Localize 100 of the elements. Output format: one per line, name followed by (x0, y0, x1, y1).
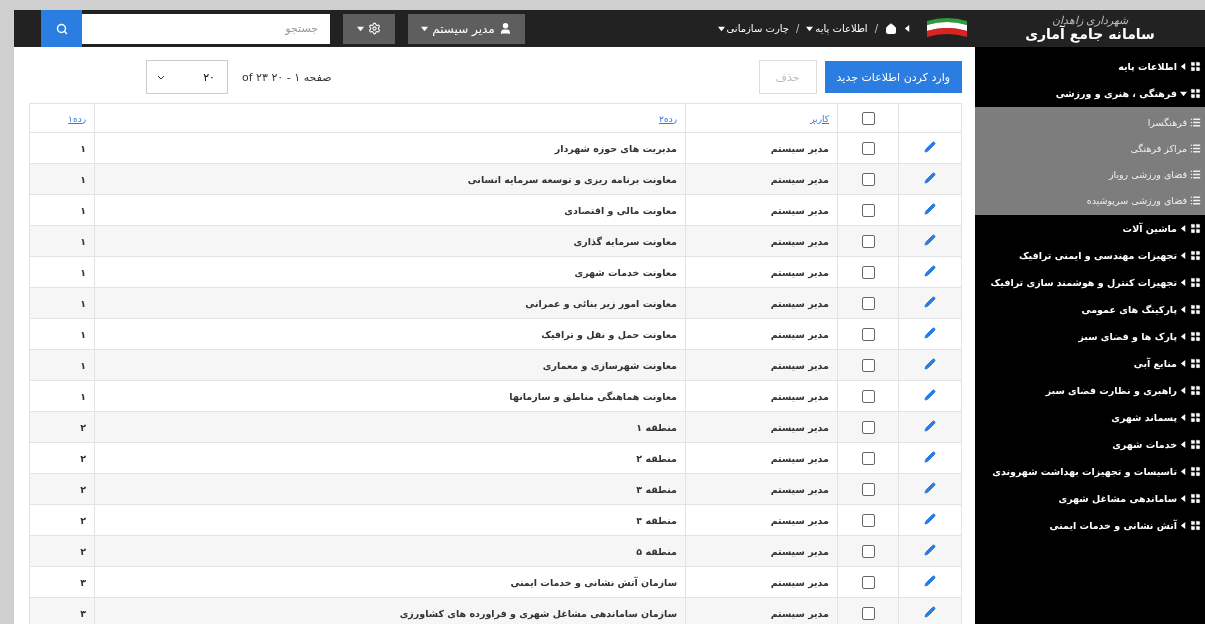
column-header-link[interactable]: کاربر (810, 113, 829, 124)
checkbox[interactable] (861, 327, 875, 341)
sidebar-item[interactable]: فرهنگی ، هنری و ورزشی (975, 80, 1205, 107)
home-icon[interactable] (885, 22, 897, 35)
breadcrumb-link[interactable]: اطلاعات پایه (806, 23, 868, 34)
list-icon (1190, 168, 1201, 180)
edit-icon[interactable] (924, 141, 936, 153)
edit-icon[interactable] (924, 451, 936, 463)
sidebar-item[interactable]: ساماندهی مشاغل شهری (975, 485, 1205, 512)
grid-icon (1190, 385, 1201, 396)
grid-icon (1190, 439, 1201, 450)
new-entry-button[interactable]: وارد کردن اطلاعات جدید (824, 61, 962, 93)
submenu-item[interactable]: فرهنگسرا (975, 109, 1205, 135)
edit-icon[interactable] (924, 606, 936, 618)
checkbox[interactable] (861, 203, 875, 217)
sidebar-item[interactable]: ماشین آلات (975, 215, 1205, 242)
table-cell: سازمان آتش نشانی و خدمات ایمنی (94, 566, 686, 598)
table-cell: منطقه ۵ (94, 535, 686, 567)
edit-icon[interactable] (924, 420, 936, 432)
edit-icon[interactable] (924, 358, 936, 370)
checkbox[interactable] (861, 172, 875, 186)
checkbox[interactable] (861, 606, 875, 620)
checkbox[interactable] (861, 296, 875, 310)
table-cell: معاونت هماهنگی مناطق و سازمانها (94, 380, 686, 412)
sidebar-item[interactable]: پارک ها و فضای سبز (975, 323, 1205, 350)
table-cell: مدیر سیستم (685, 566, 838, 598)
table-cell: مدیر سیستم (685, 349, 838, 381)
edit-icon[interactable] (924, 389, 936, 401)
checkbox[interactable] (861, 141, 875, 155)
table-cell: مدیر سیستم (685, 473, 838, 505)
breadcrumb-link[interactable]: چارت سازمانی (717, 23, 789, 34)
caret-left-icon (1180, 441, 1187, 448)
checkbox[interactable] (861, 389, 875, 403)
table-cell: معاونت حمل و نقل و ترافیک (94, 318, 686, 350)
grid-icon (1190, 277, 1201, 288)
checkbox[interactable] (861, 451, 875, 465)
edit-icon[interactable] (924, 296, 936, 308)
column-header-link[interactable]: رده۲ (659, 113, 677, 124)
sidebar-item[interactable]: تاسیسات و تجهیزات بهداشت شهروندی (975, 458, 1205, 485)
caret-left-icon (1180, 252, 1187, 259)
edit-icon[interactable] (924, 327, 936, 339)
sidebar-item[interactable]: آتش نشانی و خدمات ایمنی (975, 512, 1205, 539)
edit-icon[interactable] (924, 575, 936, 587)
checkbox[interactable] (861, 513, 875, 527)
table-cell: مدیر سیستم (685, 318, 838, 350)
caret-left-icon (1180, 387, 1187, 394)
grid-icon (1190, 358, 1201, 369)
submenu-item[interactable]: فضای ورزشی سرپوشیده (975, 187, 1205, 213)
table-cell: مدیر سیستم (685, 411, 838, 443)
checkbox[interactable] (861, 234, 875, 248)
breadcrumb-separator: / (874, 23, 878, 34)
search-button[interactable] (41, 10, 82, 47)
edit-icon[interactable] (924, 203, 936, 215)
sidebar-item[interactable]: منابع آبی (975, 350, 1205, 377)
table-cell: ۱ (29, 194, 95, 226)
table-cell: ۱ (29, 318, 95, 350)
table-cell: منطقه ۲ (94, 442, 686, 474)
checkbox[interactable] (861, 482, 875, 496)
sidebar-item[interactable]: پارکینگ های عمومی (975, 296, 1205, 323)
table-cell: مدیر سیستم (685, 132, 838, 164)
caret-left-icon (1180, 360, 1187, 367)
table-cell: منطقه ۴ (94, 504, 686, 536)
column-header-link[interactable]: رده۱ (68, 113, 86, 124)
checkbox[interactable] (861, 420, 875, 434)
edit-icon[interactable] (924, 482, 936, 494)
sidebar-item[interactable]: تجهیزات کنترل و هوشمند سازی ترافیک (975, 269, 1205, 296)
sidebar-item[interactable]: خدمات شهری (975, 431, 1205, 458)
edit-icon[interactable] (924, 234, 936, 246)
settings-button[interactable] (343, 13, 395, 44)
checkbox[interactable] (861, 575, 875, 589)
table-cell: ۱ (29, 163, 95, 195)
caret-left-icon (1180, 333, 1187, 340)
checkbox[interactable] (861, 111, 875, 125)
checkbox[interactable] (861, 358, 875, 372)
edit-icon[interactable] (924, 265, 936, 277)
submenu-item[interactable]: فضای ورزشی روباز (975, 161, 1205, 187)
caret-left-icon (1180, 522, 1187, 529)
checkbox[interactable] (861, 265, 875, 279)
table-cell: ۲ (29, 504, 95, 536)
caret-left-icon[interactable] (904, 25, 911, 32)
submenu-item[interactable]: مراکز فرهنگی (975, 135, 1205, 161)
user-menu-button[interactable]: مدیر سیستم (408, 13, 525, 44)
search-icon (55, 22, 68, 35)
caret-down-icon (421, 25, 429, 32)
grid-icon (1190, 412, 1201, 423)
edit-icon[interactable] (924, 513, 936, 525)
table-cell: مدیر سیستم (685, 163, 838, 195)
caret-left-icon (1180, 414, 1187, 421)
sidebar-item[interactable]: اطلاعات پایه (975, 53, 1205, 80)
caret-left-icon (1180, 468, 1187, 475)
page-size-select[interactable]: ۲۰ (146, 60, 228, 94)
grid-icon (1190, 88, 1201, 99)
checkbox[interactable] (861, 544, 875, 558)
search-field[interactable]: جستجو (82, 13, 330, 44)
sidebar-item[interactable]: راهبری و نظارت فضای سبز (975, 377, 1205, 404)
edit-icon[interactable] (924, 544, 936, 556)
sidebar-item[interactable]: پسماند شهری (975, 404, 1205, 431)
table-cell: ۲ (29, 411, 95, 443)
edit-icon[interactable] (924, 172, 936, 184)
sidebar-item[interactable]: تجهیزات مهندسی و ایمنی ترافیک (975, 242, 1205, 269)
